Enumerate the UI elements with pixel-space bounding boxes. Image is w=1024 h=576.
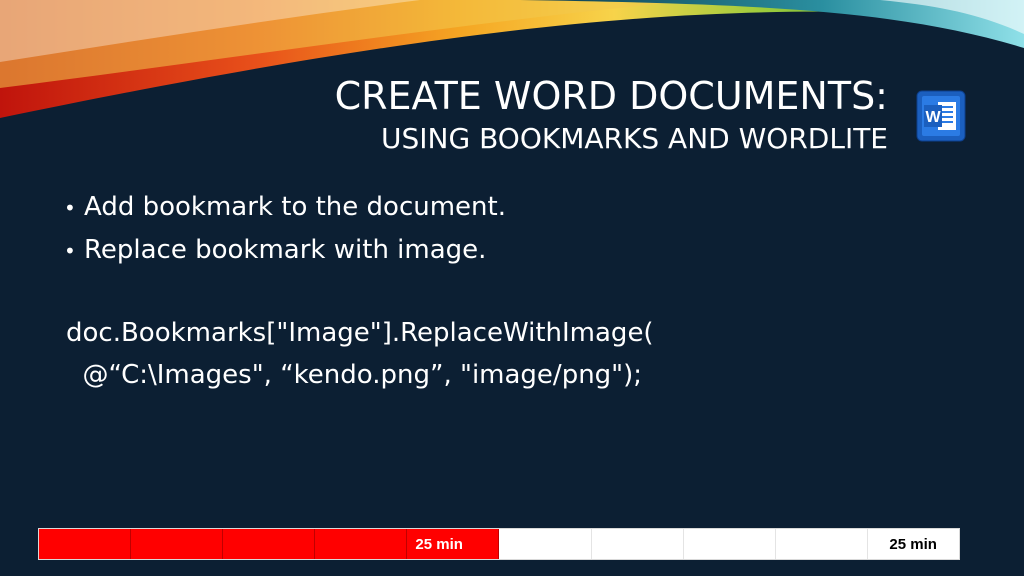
timer-segment bbox=[315, 529, 408, 559]
word-logo-letter: W bbox=[925, 109, 941, 126]
title-subtitle: USING BOOKMARKS AND WORDLITE bbox=[381, 122, 888, 155]
timer-segment bbox=[776, 529, 868, 559]
timer-segment bbox=[499, 529, 592, 559]
slide: CREATE WORD DOCUMENTS: USING BOOKMARKS A… bbox=[0, 0, 1024, 576]
code-line: doc.Bookmarks["Image"].ReplaceWithImage( bbox=[66, 318, 654, 348]
bullet-item: Replace bookmark with image. bbox=[64, 229, 506, 272]
code-line: @“C:\Images", “kendo.png”, "image/png"); bbox=[66, 360, 643, 390]
timer-segment bbox=[223, 529, 316, 559]
timer-elapsed-label: 25 min bbox=[415, 536, 463, 553]
timer-segment: 25 min bbox=[868, 529, 959, 559]
timer-segment bbox=[684, 529, 776, 559]
timer-segment: 25 min bbox=[407, 529, 500, 559]
slide-title: CREATE WORD DOCUMENTS: USING BOOKMARKS A… bbox=[335, 72, 888, 158]
word-logo-icon: W bbox=[916, 90, 966, 142]
title-main: CREATE WORD DOCUMENTS: bbox=[334, 74, 888, 118]
timer-segment bbox=[131, 529, 224, 559]
timer-progress-bar: 25 min 25 min bbox=[38, 528, 960, 560]
timer-total-label: 25 min bbox=[889, 536, 937, 553]
bullet-item: Add bookmark to the document. bbox=[64, 186, 506, 229]
timer-segment bbox=[592, 529, 684, 559]
bullet-list: Add bookmark to the document. Replace bo… bbox=[64, 186, 506, 272]
timer-segment bbox=[39, 529, 132, 559]
code-snippet: doc.Bookmarks["Image"].ReplaceWithImage(… bbox=[66, 312, 654, 396]
